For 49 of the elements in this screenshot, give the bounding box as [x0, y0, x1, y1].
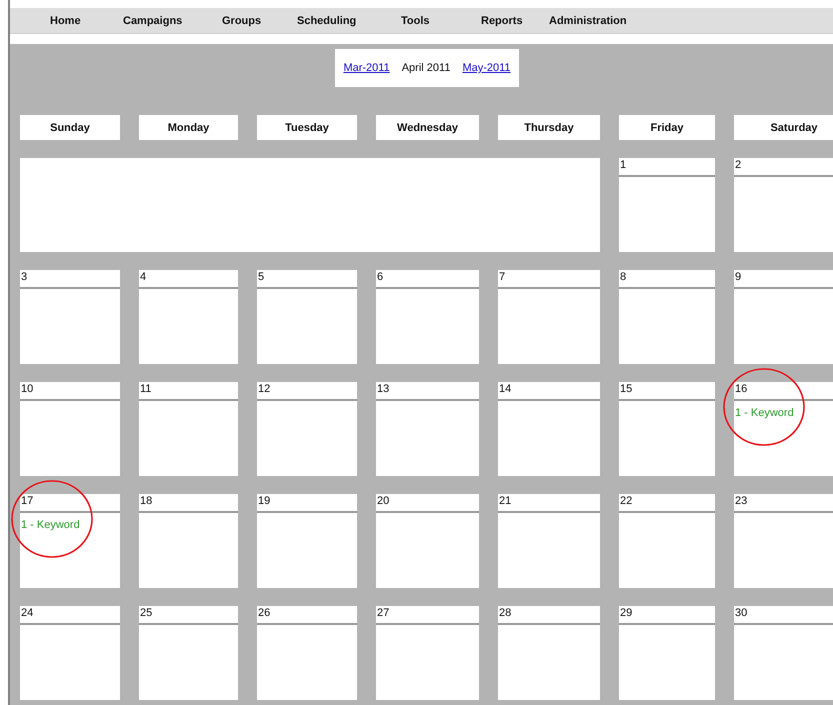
day-number: 13 — [376, 382, 479, 401]
day-number: 7 — [498, 270, 600, 289]
menu-item[interactable]: Home — [50, 14, 123, 26]
day-number: 18 — [139, 494, 238, 513]
day-number: 24 — [20, 606, 120, 625]
weekday-header: Saturday — [734, 115, 833, 140]
weekday-header: Friday — [619, 115, 715, 140]
day-number: 1 — [619, 158, 715, 177]
weekday-header: Thursday — [498, 115, 600, 140]
current-month: April 2011 — [402, 62, 450, 74]
day-number: 2 — [734, 158, 833, 177]
previous-month-link[interactable]: Mar-2011 — [343, 62, 390, 74]
day-number: 19 — [257, 494, 357, 513]
day-number: 6 — [376, 270, 479, 289]
event-link[interactable]: 1 - Keyword — [21, 519, 119, 531]
day-number: 29 — [619, 606, 715, 625]
event-link[interactable]: 1 - Keyword — [735, 407, 833, 419]
menu-item[interactable]: Groups — [222, 14, 297, 26]
day-number: 30 — [734, 606, 833, 625]
day-number: 11 — [139, 382, 238, 401]
day-number: 22 — [619, 494, 715, 513]
day-number: 10 — [20, 382, 120, 401]
day-number: 3 — [20, 270, 120, 289]
menu-item[interactable]: Administration — [549, 14, 627, 26]
day-number: 5 — [257, 270, 357, 289]
day-number: 4 — [139, 270, 238, 289]
day-number: 20 — [376, 494, 479, 513]
menu-item[interactable]: Reports — [481, 14, 549, 26]
day-number: 21 — [498, 494, 600, 513]
day-number: 8 — [619, 270, 715, 289]
menu-item[interactable]: Scheduling — [297, 14, 401, 26]
day-number: 26 — [257, 606, 357, 625]
weekday-header: Sunday — [20, 115, 120, 140]
menu-item[interactable]: Tools — [401, 14, 481, 26]
day-number: 17 — [20, 494, 120, 513]
day-number: 23 — [734, 494, 833, 513]
weekday-header: Wednesday — [376, 115, 479, 140]
day-number: 15 — [619, 382, 715, 401]
day-number: 12 — [257, 382, 357, 401]
day-number: 9 — [734, 270, 833, 289]
next-month-link[interactable]: May-2011 — [462, 62, 511, 74]
day-number: 14 — [498, 382, 600, 401]
weekday-header: Tuesday — [257, 115, 357, 140]
weekday-header: Monday — [139, 115, 238, 140]
day-number: 28 — [498, 606, 600, 625]
day-number: 27 — [376, 606, 479, 625]
menu-item[interactable]: Campaigns — [123, 14, 222, 26]
day-number: 25 — [139, 606, 238, 625]
day-number: 16 — [734, 382, 833, 401]
